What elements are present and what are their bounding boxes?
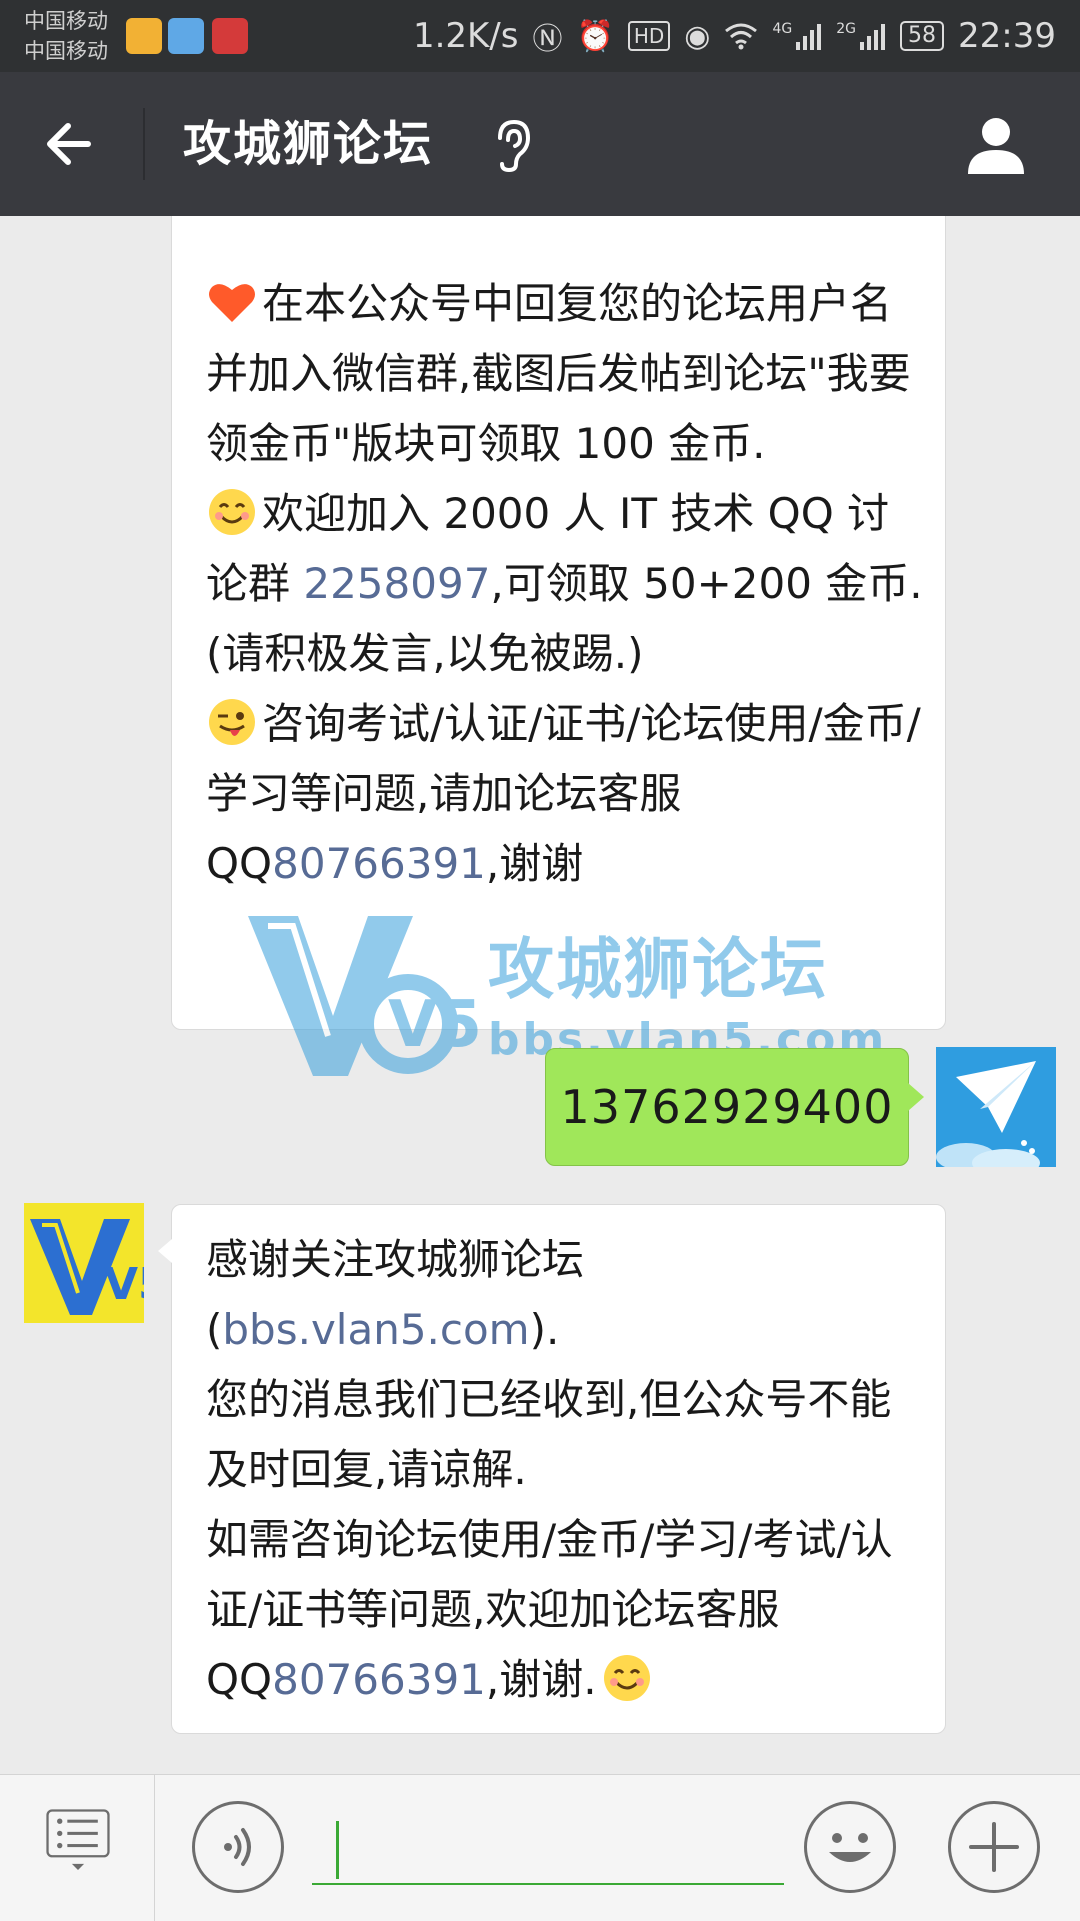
message-input[interactable]: [312, 1815, 784, 1885]
text-cursor: [336, 1821, 339, 1879]
hd-icon: HD: [627, 21, 671, 51]
forum-url-link[interactable]: bbs.vlan5.com: [222, 1305, 529, 1354]
svg-text:V5: V5: [104, 1259, 144, 1310]
message-paragraph: 如需咨询论坛使用/金币/学习/考试/认证/证书等问题,欢迎加论坛客服 QQ807…: [206, 1515, 893, 1704]
network-speed: 1.2K/s: [412, 16, 519, 56]
smile-emoji-icon: [209, 489, 255, 535]
official-account-avatar[interactable]: V5: [24, 1203, 144, 1323]
message-text: 在本公众号中回复您的论坛用户名并加入微信群,截图后发帖到论坛"我要领金币"版块可…: [206, 269, 926, 899]
signal-2-icon: 2G: [836, 22, 886, 50]
status-indicators: 1.2K/s Ⓝ ⏰ HD ◉ 4G 2G 58 22:39: [413, 0, 1056, 72]
message-paragraph: 感谢关注攻城狮论坛(bbs.vlan5.com).: [206, 1235, 585, 1354]
voice-icon: [224, 1828, 251, 1866]
qq-service-link[interactable]: 80766391: [272, 1655, 486, 1704]
my-avatar[interactable]: [936, 1047, 1056, 1167]
plus-icon: [969, 1822, 1019, 1872]
input-toolbar: [0, 1774, 1080, 1921]
huawei-notification-icon: [212, 18, 248, 54]
signal-1-icon: 4G: [772, 22, 822, 50]
nfc-icon: Ⓝ: [532, 22, 563, 57]
outgoing-message-bubble[interactable]: 13762929400: [545, 1048, 924, 1166]
message-text: 感谢关注攻城狮论坛(bbs.vlan5.com). 您的消息我们已经收到,但公众…: [206, 1225, 926, 1715]
mail-notification-icon: [126, 18, 162, 54]
chat-notification-icon: [168, 18, 204, 54]
toolbar-divider: [154, 1775, 155, 1921]
ear-icon[interactable]: [490, 118, 534, 174]
message-paragraph: 您的消息我们已经收到,但公众号不能及时回复,请谅解.: [206, 1375, 892, 1494]
message-paragraph: 欢迎加入 2000 人 IT 技术 QQ 讨论群 2258097,可领取 50+…: [206, 479, 926, 689]
nav-bar: 攻城狮论坛: [0, 72, 1080, 216]
message-paragraph: 在本公众号中回复您的论坛用户名并加入微信群,截图后发帖到论坛"我要领金币"版块可…: [206, 269, 926, 479]
eye-icon: ◉: [684, 18, 711, 54]
carrier-2: 中国移动: [24, 39, 108, 63]
qq-service-link[interactable]: 80766391: [272, 839, 486, 888]
qq-group-link[interactable]: 2258097: [303, 559, 490, 608]
smiley-icon: [829, 1833, 871, 1862]
alarm-icon: ⏰: [576, 18, 614, 54]
smile-emoji-icon: [603, 1655, 650, 1701]
heart-emoji-icon: [209, 284, 255, 322]
carrier-1: 中国移动: [24, 9, 108, 33]
back-arrow-icon[interactable]: [40, 114, 100, 174]
wifi-icon: [725, 23, 758, 50]
chat-title: 攻城狮论坛: [183, 116, 434, 172]
nav-divider: [143, 108, 145, 180]
more-actions-button[interactable]: [948, 1801, 1040, 1893]
incoming-message-bubble[interactable]: 在本公众号中回复您的论坛用户名并加入微信群,截图后发帖到论坛"我要领金币"版块可…: [171, 216, 946, 1030]
voice-input-button[interactable]: [192, 1801, 284, 1893]
wink-tongue-emoji-icon: [209, 699, 255, 745]
user-profile-icon[interactable]: [964, 112, 1028, 176]
battery-icon: 58: [900, 21, 945, 51]
paper-plane-icon: [936, 1047, 1056, 1167]
v5-logo-icon: V5: [24, 1203, 144, 1323]
menu-list-icon[interactable]: [36, 1809, 120, 1873]
emoji-button[interactable]: [804, 1801, 896, 1893]
message-paragraph: 咨询考试/认证/证书/论坛使用/金币/学习等问题,请加论坛客服 QQ807663…: [206, 689, 926, 899]
chat-area[interactable]: 在本公众号中回复您的论坛用户名并加入微信群,截图后发帖到论坛"我要领金币"版块可…: [0, 216, 1080, 1774]
paragraph-text: 在本公众号中回复您的论坛用户名并加入微信群,截图后发帖到论坛"我要领金币"版块可…: [206, 279, 911, 468]
clock: 22:39: [958, 16, 1056, 56]
status-bar: 中国移动 中国移动 1.2K/s Ⓝ ⏰ HD ◉ 4G 2G 58 22:39: [0, 0, 1080, 72]
incoming-message-bubble[interactable]: 感谢关注攻城狮论坛(bbs.vlan5.com). 您的消息我们已经收到,但公众…: [158, 1204, 946, 1734]
carrier-names: 中国移动 中国移动: [24, 6, 108, 66]
